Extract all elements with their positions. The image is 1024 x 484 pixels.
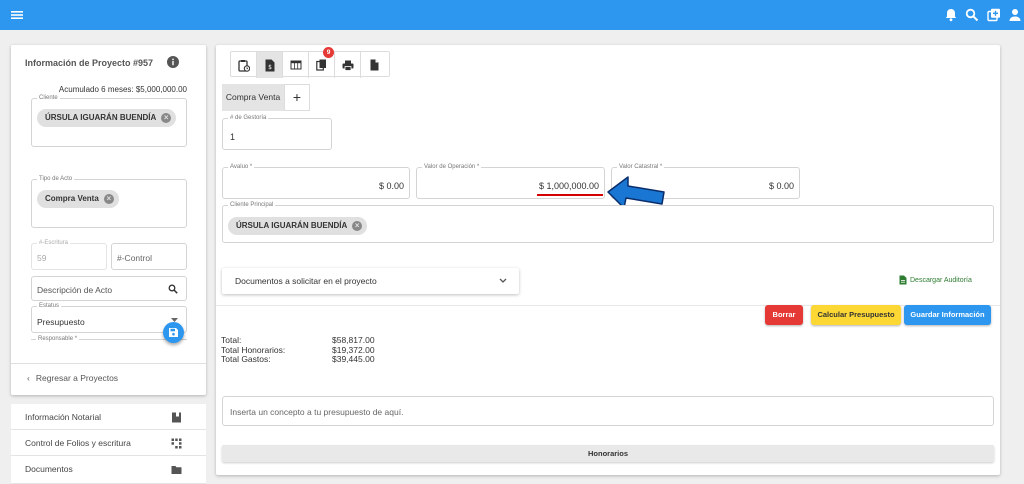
cliente-field[interactable]: Cliente ÚRSULA IGUARÁN BUENDÍA × xyxy=(31,94,187,147)
avaluo-input[interactable]: Avaluo * $ 0.00 xyxy=(222,163,410,199)
cliente-principal-field[interactable]: Cliente Principal ÚRSULA IGUARÁN BUENDÍA… xyxy=(222,201,994,243)
descargar-auditoria-link[interactable]: Descargar Auditoría xyxy=(899,275,972,285)
clipboard-clock-icon xyxy=(237,59,250,72)
tab-compra-venta[interactable]: Compra Venta xyxy=(222,84,284,111)
valor-operacion-label: Valor de Operación * xyxy=(422,163,482,171)
honorarios-header[interactable]: Honorarios xyxy=(222,445,994,462)
documentos-expansion-panel[interactable]: Documentos a solicitar en el proyecto xyxy=(222,268,519,294)
nav-item-documentos[interactable]: Documentos xyxy=(11,456,206,484)
responsable-field[interactable]: Responsable * xyxy=(31,335,187,351)
avaluo-value: $ 0.00 xyxy=(378,181,404,191)
valor-operacion-value: $ 1,000,000.00 xyxy=(538,181,599,191)
project-info-panel: Información de Proyecto #957 Acumulado 6… xyxy=(11,45,206,395)
descripcion-input[interactable]: Descripción de Acto xyxy=(31,276,187,301)
toolbar-button-clipboard[interactable] xyxy=(231,52,257,78)
cliente-chip[interactable]: ÚRSULA IGUARÁN BUENDÍA × xyxy=(37,109,177,127)
nav-item-label: Información Notarial xyxy=(25,412,102,422)
invoice-icon: $ xyxy=(265,59,274,71)
gestoria-value: 1 xyxy=(230,132,236,142)
totals-values: $58,817.00 $19,372.00 $39,445.00 xyxy=(332,335,375,365)
panel-title: Información de Proyecto #957 xyxy=(25,58,154,68)
chevron-down-icon xyxy=(499,278,507,283)
tipo-acto-field[interactable]: Tipo de Acto Compra Venta × xyxy=(31,175,187,228)
cliente-principal-label: Cliente Principal xyxy=(228,201,276,209)
plus-icon: + xyxy=(292,89,302,105)
total-gastos-label: Total Gastos: xyxy=(221,354,271,364)
cliente-chip-label: ÚRSULA IGUARÁN BUENDÍA xyxy=(45,113,157,122)
toolbar-button-print[interactable] xyxy=(335,52,361,78)
search-icon[interactable] xyxy=(964,7,980,23)
toolbar-button-invoice[interactable]: $ xyxy=(257,52,283,78)
info-icon[interactable] xyxy=(167,56,179,68)
main-panel: $ 9 Compra Venta + # de Gestoría 1 Avalu… xyxy=(216,45,1000,475)
tipo-acto-chip-label: Compra Venta xyxy=(45,194,99,203)
notification-badge: 9 xyxy=(323,47,334,58)
escritura-value: 59 xyxy=(37,253,47,263)
chip-remove-icon[interactable]: × xyxy=(161,113,172,123)
toolbar-button-table[interactable] xyxy=(283,52,309,78)
total-gastos-value: $39,445.00 xyxy=(332,354,375,364)
cliente-label: Cliente xyxy=(37,94,60,102)
toolbar-button-file[interactable] xyxy=(361,52,387,78)
book-icon xyxy=(172,412,181,423)
descargar-auditoria-label: Descargar Auditoría xyxy=(910,276,972,284)
avaluo-label: Avaluo * xyxy=(228,163,255,171)
control-placeholder: #-Control xyxy=(117,253,152,263)
gestoria-input[interactable]: # de Gestoría 1 xyxy=(222,114,332,150)
concepto-placeholder: Inserta un concepto a tu presupuesto de … xyxy=(230,407,404,417)
highlight-underline xyxy=(537,194,603,196)
folder-icon xyxy=(171,466,182,474)
account-icon[interactable] xyxy=(1007,7,1023,23)
tipo-acto-label: Tipo de Acto xyxy=(37,175,75,183)
calcular-presupuesto-button[interactable]: Calcular Presupuesto xyxy=(811,305,901,325)
print-icon xyxy=(342,60,353,71)
chip-remove-icon[interactable]: × xyxy=(103,194,114,204)
svg-text:$: $ xyxy=(268,64,272,71)
escritura-field: #-Escritura 59 xyxy=(31,239,107,270)
back-link[interactable]: ‹ Regresar a Proyectos xyxy=(27,373,118,383)
control-input[interactable]: #-Control xyxy=(111,243,187,270)
tipo-acto-chip[interactable]: Compra Venta × xyxy=(37,190,119,208)
escritura-label: #-Escritura xyxy=(37,239,71,247)
gestoria-label: # de Gestoría xyxy=(228,114,269,122)
borrar-button[interactable]: Borrar xyxy=(765,305,803,325)
toolbar-button-copy[interactable]: 9 xyxy=(309,47,335,78)
table-icon xyxy=(290,60,301,70)
toolbar: $ 9 xyxy=(230,47,390,78)
concepto-input[interactable]: Inserta un concepto a tu presupuesto de … xyxy=(222,396,994,426)
totals-labels: Total: Total Honorarios: Total Gastos: xyxy=(221,335,285,365)
add-box-icon[interactable] xyxy=(986,7,1002,23)
add-tab-button[interactable]: + xyxy=(284,84,310,111)
file-icon xyxy=(370,59,378,71)
accumulated-text: Acumulado 6 meses: $5,000,000.00 xyxy=(58,85,187,94)
nav-item-informacion-notarial[interactable]: Información Notarial xyxy=(11,404,206,430)
cliente-principal-chip[interactable]: ÚRSULA IGUARÁN BUENDÍA × xyxy=(228,217,368,235)
valor-catastral-value: $ 0.00 xyxy=(768,181,794,191)
documentos-label: Documentos a solicitar en el proyecto xyxy=(235,276,377,286)
top-app-bar xyxy=(0,0,1024,30)
nav-item-control-folios[interactable]: Control de Folios y escritura xyxy=(11,430,206,456)
menu-icon[interactable] xyxy=(9,7,25,23)
chevron-left-icon: ‹ xyxy=(27,373,30,383)
estatus-label: Estatus xyxy=(37,302,62,310)
divider xyxy=(11,363,206,364)
guardar-informacion-button[interactable]: Guardar Información xyxy=(904,305,991,325)
cliente-principal-chip-label: ÚRSULA IGUARÁN BUENDÍA xyxy=(236,221,348,230)
chip-remove-icon[interactable]: × xyxy=(352,221,363,231)
copy-icon xyxy=(316,59,326,71)
back-link-label: Regresar a Proyectos xyxy=(35,373,119,383)
valor-catastral-label: Valor Catastral * xyxy=(617,163,665,171)
nav-item-label: Control de Folios y escritura xyxy=(25,438,131,448)
search-icon[interactable] xyxy=(168,284,178,294)
bell-icon[interactable] xyxy=(943,7,959,23)
excel-file-icon xyxy=(899,275,907,285)
save-icon xyxy=(169,328,178,337)
qr-grid-icon xyxy=(171,438,182,449)
nav-item-label: Documentos xyxy=(25,464,73,474)
save-fab[interactable] xyxy=(163,322,184,343)
descripcion-placeholder: Descripción de Acto xyxy=(37,285,113,295)
responsable-label: Responsable * xyxy=(36,335,80,343)
estatus-value: Presupuesto xyxy=(37,317,85,327)
